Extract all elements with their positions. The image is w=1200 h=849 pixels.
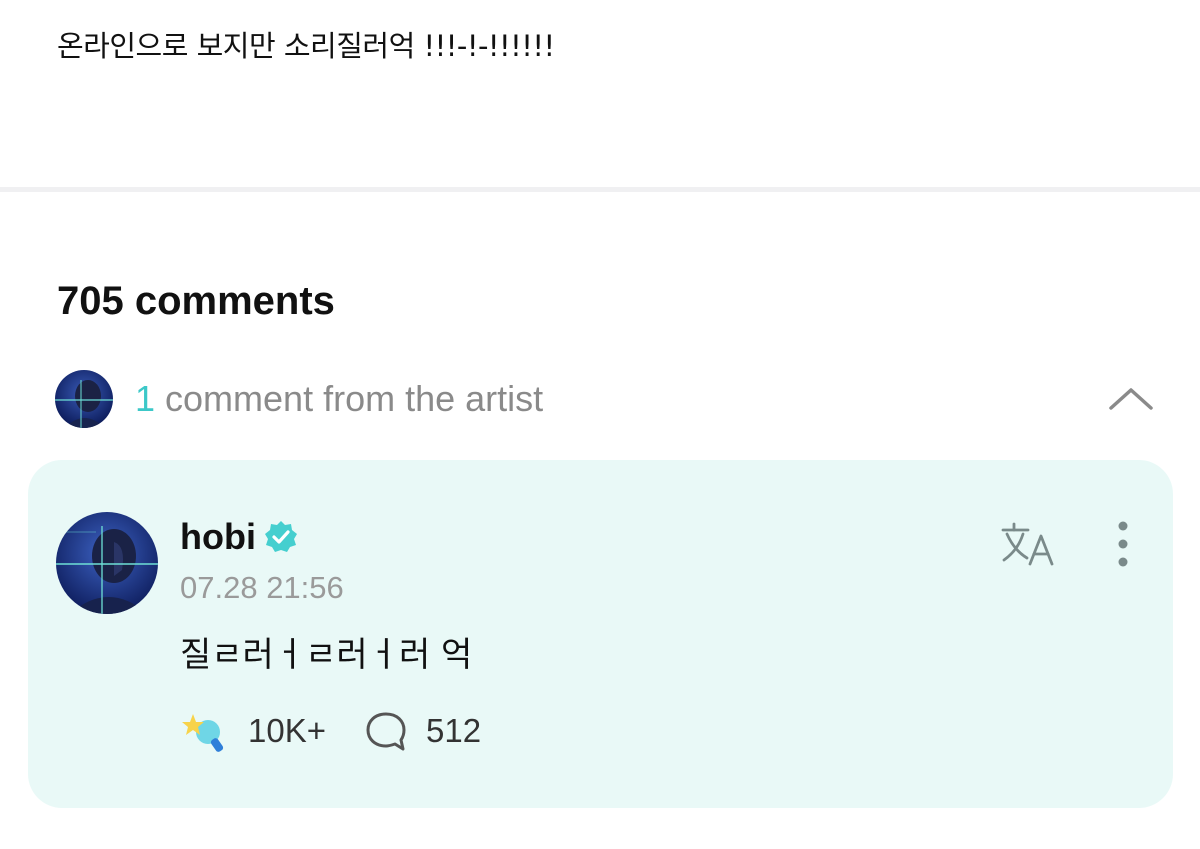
comment-timestamp: 07.28 21:56 xyxy=(180,570,344,605)
comment-body: 질ㄹ러ㅓㄹ러ㅓ러 억 xyxy=(180,635,473,675)
comments-count-heading: 705 comments xyxy=(57,279,335,323)
artist-comment-count: 1 xyxy=(135,378,156,419)
like-count: 10K+ xyxy=(248,712,326,749)
reply-count: 512 xyxy=(426,712,482,749)
artist-comments-toggle[interactable]: 1 comment from the artist xyxy=(55,368,1155,430)
chevron-up-icon[interactable] xyxy=(1107,380,1155,416)
author-name[interactable]: hobi xyxy=(180,516,256,558)
translate-icon[interactable] xyxy=(1000,520,1060,570)
artist-avatar xyxy=(55,370,113,428)
verified-badge-icon xyxy=(262,518,300,556)
artist-comment-summary: 1 comment from the artist xyxy=(135,378,543,420)
more-vertical-icon[interactable] xyxy=(1108,520,1138,570)
post-detail-page: 온라인으로 보지만 소리질러억 !!!-!-!!!!!! 705 comment… xyxy=(0,0,1200,849)
section-divider xyxy=(0,187,1200,192)
artist-comment-card: hobi 07.28 21:56 질ㄹ러ㅓㄹ러ㅓ러 억 10K+ 512 xyxy=(28,460,1173,808)
comment-actions: 10K+ 512 xyxy=(180,708,481,754)
reply-bubble-icon[interactable] xyxy=(364,709,408,753)
star-lightstick-icon[interactable] xyxy=(180,708,228,754)
post-body-text: 온라인으로 보지만 소리질러억 !!!-!-!!!!!! xyxy=(57,29,555,63)
author-avatar[interactable] xyxy=(56,512,158,614)
artist-comment-label: comment from the artist xyxy=(155,378,544,419)
author-row: hobi xyxy=(180,516,300,558)
